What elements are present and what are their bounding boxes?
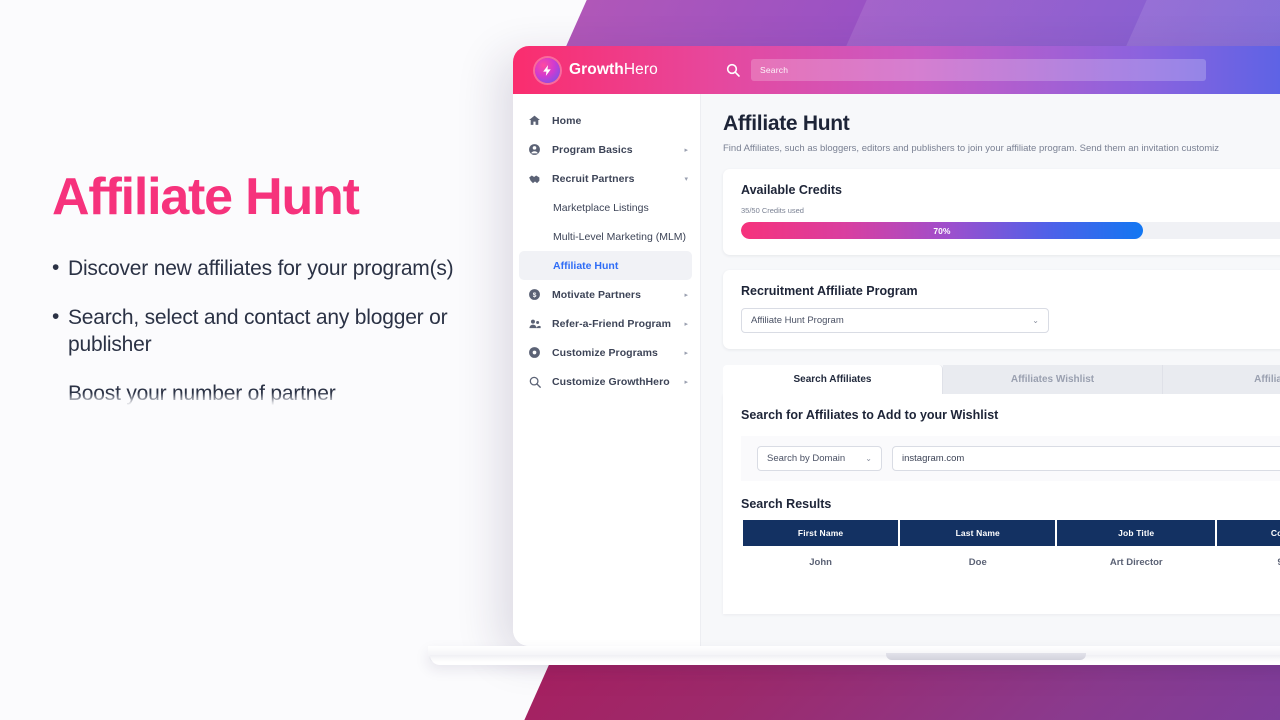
sidebar-item-home[interactable]: Home [513,106,700,135]
chevron-right-icon: ▸ [684,291,688,299]
sidebar-item-label: Marketplace Listings [553,201,649,214]
credits-used-text: 35/50 Credits used [741,206,804,215]
search-input[interactable]: Search [751,59,1206,81]
coin-icon: $ [527,287,542,302]
sidebar-item-customize-growthhero[interactable]: Customize GrowthHero ▸ [513,367,700,396]
sidebar-item-label: Recruit Partners [552,172,635,185]
search-affiliates-panel: Search for Affiliates to Add to your Wis… [723,394,1280,614]
sidebar-item-motivate-partners[interactable]: $ Motivate Partners ▸ [513,280,700,309]
marketing-bullet: Search, select and contact any blogger o… [52,303,472,359]
cell-first-name: John [809,556,832,568]
sidebar-item-label: Refer-a-Friend Program [552,317,671,330]
sidebar-item-label: Customize GrowthHero [552,375,670,388]
handshake-icon [527,171,542,186]
app-header: GrowthHero Search 3 [513,46,1280,94]
program-select-value: Affiliate Hunt Program [751,315,844,326]
svg-text:$: $ [533,292,537,299]
app-body: Home Program Basics ▸ Recruit Partners ▾ [513,94,1280,646]
tab-search-affiliates[interactable]: Search Affiliates [723,365,943,394]
sidebar-item-affiliate-hunt[interactable]: Affiliate Hunt [519,251,692,280]
laptop-screen: GrowthHero Search 3 [513,46,1280,646]
search-results-table: First Name Last Name Job Title Confidenc… [741,520,1280,578]
sidebar-item-recruit-partners[interactable]: Recruit Partners ▾ [513,164,700,193]
recruitment-program-card: Recruitment Affiliate Program Affiliate … [723,270,1280,349]
page-description: Find Affiliates, such as bloggers, edito… [723,143,1220,154]
search-mode-value: Search by Domain [767,453,846,464]
search-controls-row: Search by Domain ⌄ instagram.com [741,436,1280,481]
sidebar-item-label: Multi-Level Marketing (MLM) [553,230,687,243]
tab-affiliate-third[interactable]: Affiliate [1163,365,1280,394]
slide-canvas: Affiliate Hunt Discover new affiliates f… [0,0,1280,720]
sidebar: Home Program Basics ▸ Recruit Partners ▾ [513,94,701,646]
sidebar-item-label: Affiliate Hunt [553,259,619,272]
chevron-down-icon: ⌄ [1032,316,1039,325]
column-header-job-title[interactable]: Job Title [1057,520,1216,546]
column-header-confidence[interactable]: Confidence [1217,520,1280,546]
sidebar-item-marketplace-listings[interactable]: Marketplace Listings [513,193,700,222]
cell-last-name: Doe [968,556,987,568]
chevron-right-icon: ▸ [684,378,688,386]
sidebar-item-label: Motivate Partners [552,288,641,301]
global-search[interactable]: Search [725,59,1280,81]
credits-progress-track: 70% [741,222,1280,239]
user-circle-icon [527,142,542,157]
search-icon [725,62,741,78]
tab-affiliates-wishlist[interactable]: Affiliates Wishlist [943,365,1163,394]
affiliate-tabs: Search Affiliates Affiliates Wishlist Af… [723,365,1280,394]
sidebar-item-label: Program Basics [552,143,633,156]
marketing-bullet-list: Discover new affiliates for your program… [52,254,472,408]
column-header-first-name[interactable]: First Name [743,520,899,546]
table-header-row: First Name Last Name Job Title Confidenc… [743,520,1280,546]
column-header-last-name[interactable]: Last Name [900,520,1056,546]
marketing-copy: Affiliate Hunt Discover new affiliates f… [52,170,472,430]
main-content: Affiliate Hunt Find Affiliates, such as … [701,94,1280,646]
program-select[interactable]: Affiliate Hunt Program ⌄ [741,308,1049,333]
marketing-bullet: Discover new affiliates for your program… [52,254,472,282]
chevron-down-icon: ▾ [684,175,688,183]
search-results-heading: Search Results [741,497,832,511]
sidebar-item-mlm[interactable]: Multi-Level Marketing (MLM) [513,222,700,251]
settings-icon [527,345,542,360]
program-label: Recruitment Affiliate Program [741,284,918,298]
sidebar-item-label: Home [552,114,582,127]
search-placeholder: Search [760,65,789,75]
laptop-lip [430,655,1280,665]
available-credits-card: Available Credits 35/50 Credits used Cr … [723,169,1280,255]
credits-progress-fill: 70% [741,222,1143,239]
search-query-value: instagram.com [902,453,965,464]
search-panel-heading: Search for Affiliates to Add to your Wis… [741,408,999,422]
chevron-right-icon: ▸ [684,349,688,357]
lightning-bolt-icon [535,57,560,83]
laptop-trackpad-notch [886,653,1086,660]
sidebar-item-program-basics[interactable]: Program Basics ▸ [513,135,700,164]
marketing-bullet: Boost your number of partner [52,379,472,407]
home-icon [527,113,542,128]
credits-heading: Available Credits [741,183,842,197]
chevron-right-icon: ▸ [684,146,688,154]
sidebar-item-customize-programs[interactable]: Customize Programs ▸ [513,338,700,367]
cell-confidence: 94 / 100 [1217,546,1280,578]
cell-job-title: Art Director [1109,556,1163,568]
search-mode-select[interactable]: Search by Domain ⌄ [757,446,882,471]
credits-progress-label: 70% [933,225,951,236]
sidebar-item-label: Customize Programs [552,346,658,359]
sidebar-item-refer-a-friend[interactable]: Refer-a-Friend Program ▸ [513,309,700,338]
chevron-down-icon: ⌄ [865,454,872,463]
table-row[interactable]: John Doe Art Director 94 / 100 [743,546,1280,578]
brand-name: GrowthHero [569,61,658,78]
chevron-right-icon: ▸ [684,320,688,328]
magnifier-gear-icon [527,374,542,389]
brand-logo[interactable]: GrowthHero [513,57,713,83]
credits-meta-row: 35/50 Credits used Cr [741,206,1280,215]
people-icon [527,316,542,331]
page-title: Affiliate Hunt [723,112,850,135]
marketing-headline: Affiliate Hunt [52,168,360,226]
search-query-input[interactable]: instagram.com [892,446,1280,471]
